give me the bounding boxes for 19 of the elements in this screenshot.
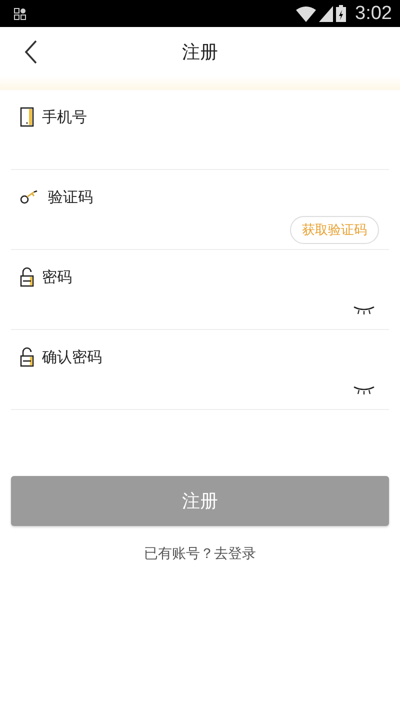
field-label: 密码 xyxy=(42,268,72,286)
field-label: 验证码 xyxy=(48,188,93,206)
signal-icon xyxy=(319,6,334,22)
wifi-icon xyxy=(296,6,316,22)
lock-icon xyxy=(20,347,34,367)
phone-icon xyxy=(20,107,34,127)
key-icon xyxy=(20,190,40,204)
lock-icon xyxy=(20,267,34,287)
closed-eye-icon[interactable] xyxy=(353,384,375,394)
field-label: 手机号 xyxy=(42,108,87,126)
back-icon[interactable] xyxy=(24,40,38,64)
page-title: 注册 xyxy=(182,40,218,64)
closed-eye-icon[interactable] xyxy=(353,304,375,314)
field-label: 确认密码 xyxy=(42,348,102,366)
get-code-button[interactable]: 获取验证码 xyxy=(290,216,379,244)
login-link[interactable]: 已有账号？去登录 xyxy=(144,545,256,563)
apps-icon xyxy=(14,8,26,20)
battery-icon xyxy=(336,5,346,22)
clock-time: 3:02 xyxy=(355,2,392,24)
